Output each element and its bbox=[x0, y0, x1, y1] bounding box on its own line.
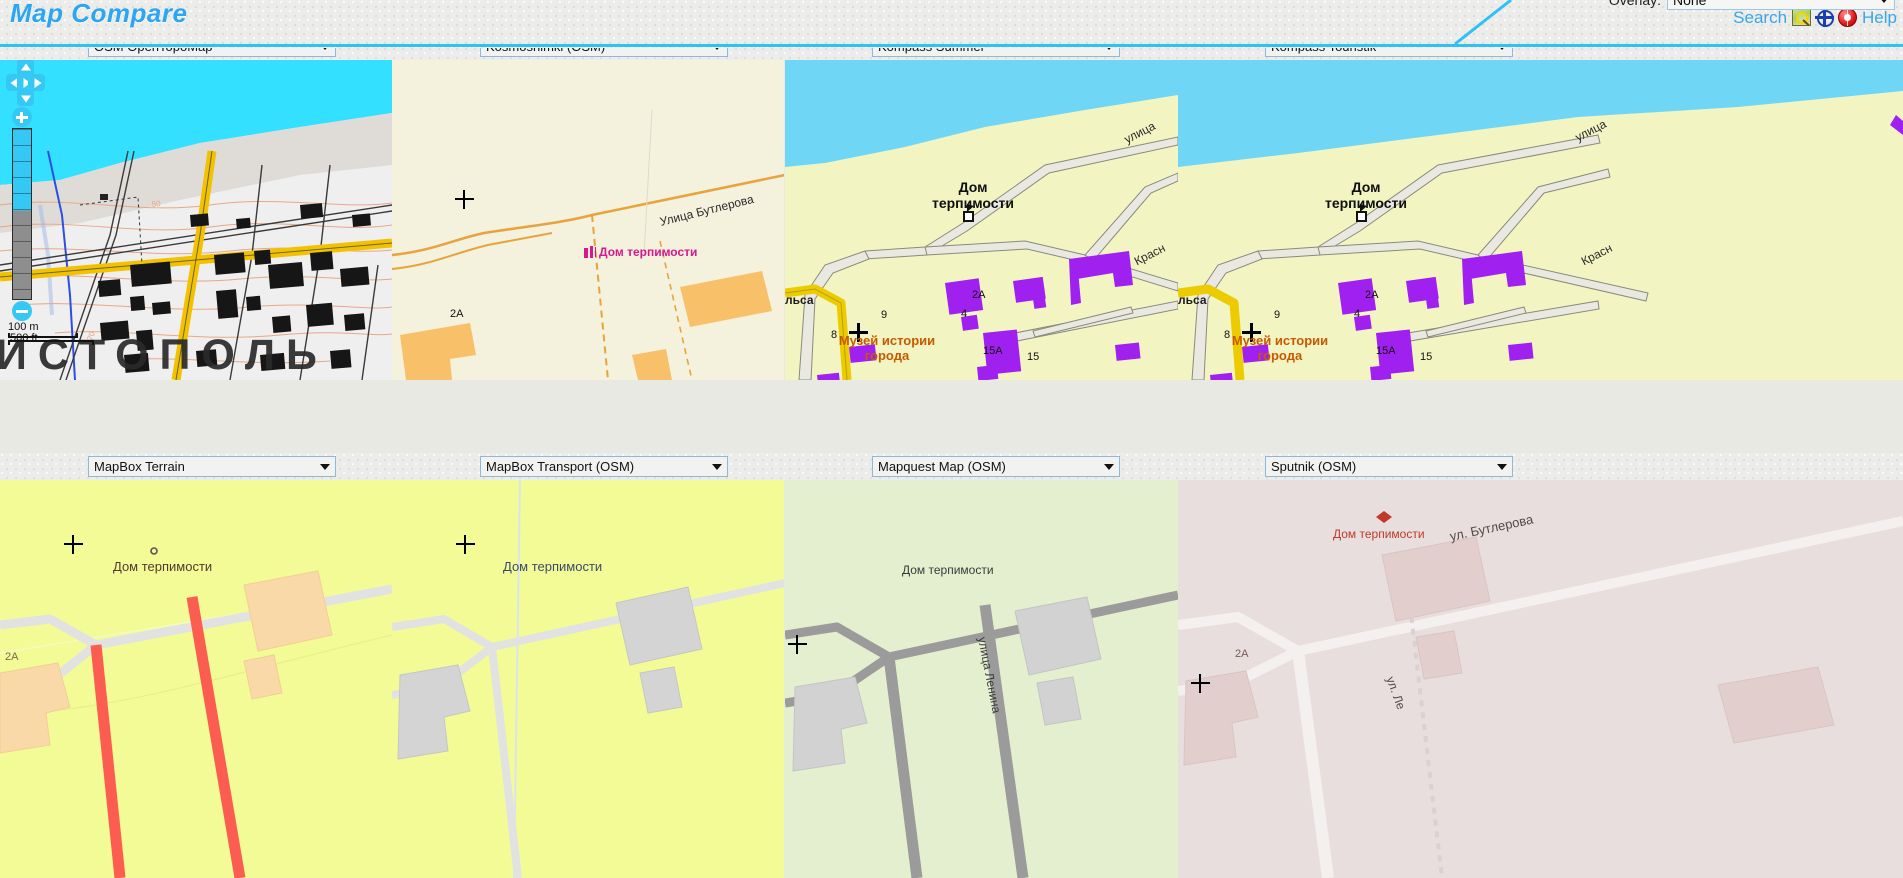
select-row-bottom: MapBox Terrain MapBox Transport (OSM) Ma… bbox=[0, 453, 1903, 480]
overlay-select-value: None bbox=[1673, 0, 1707, 8]
zoom-slider[interactable] bbox=[12, 128, 32, 300]
app-header: Map Compare Search Help Overlay: None bbox=[0, 0, 1903, 48]
map-select-7[interactable]: Sputnik (OSM) bbox=[1265, 456, 1513, 477]
house-number-4: 4 bbox=[961, 308, 968, 320]
overlay-select[interactable]: None bbox=[1667, 0, 1895, 10]
map-panel-kompass-summer[interactable]: Дом терпимости Музей истории города улиц… bbox=[785, 55, 1178, 380]
header-diagonal-accent bbox=[1453, 0, 1513, 47]
map-compare-app: Map Compare Search Help Overlay: None OS… bbox=[0, 0, 1903, 878]
map-select-6-value: Mapquest Map (OSM) bbox=[878, 459, 1006, 474]
house-marker-icon bbox=[1356, 204, 1367, 222]
museum-icon bbox=[584, 246, 596, 258]
zoom-out-button[interactable] bbox=[12, 301, 32, 321]
poi-label-dom-terpimosti: Дом терпимости bbox=[902, 563, 994, 577]
house-number-2a: 2A bbox=[1235, 648, 1249, 660]
map-panel-mapquest[interactable]: Дом терпимости улица Ленина bbox=[785, 475, 1178, 878]
house-number-9: 9 bbox=[1274, 309, 1281, 321]
svg-text:50: 50 bbox=[151, 199, 161, 209]
page-title: Map Compare bbox=[10, 0, 188, 28]
help-link[interactable]: Help bbox=[1862, 9, 1897, 26]
map-select-4-value: MapBox Terrain bbox=[94, 459, 185, 474]
map-select-5-value: MapBox Transport (OSM) bbox=[486, 459, 635, 474]
search-link[interactable]: Search bbox=[1733, 9, 1787, 26]
overlay-label: Overlay: bbox=[1608, 0, 1661, 8]
house-marker-icon bbox=[963, 204, 974, 222]
map-panel-mapbox-terrain[interactable]: Дом терпимости 2A bbox=[0, 475, 392, 878]
house-number-9: 9 bbox=[881, 309, 888, 321]
chevron-down-icon bbox=[1879, 0, 1889, 3]
center-crosshair-marker bbox=[455, 190, 474, 209]
house-number-15a: 15A bbox=[983, 345, 1003, 357]
chevron-down-icon bbox=[712, 464, 722, 470]
street-label-lsa: льса bbox=[1178, 293, 1207, 307]
house-number-2a: 2A bbox=[5, 651, 19, 663]
house-number-2a: 2A bbox=[972, 289, 986, 301]
map-select-7-value: Sputnik (OSM) bbox=[1271, 459, 1357, 474]
poi-label-dom-terpimosti: Дом терпимости bbox=[113, 559, 213, 574]
center-crosshair-marker bbox=[456, 535, 475, 554]
map-panel-mapbox-transport[interactable]: Дом терпимости bbox=[392, 475, 784, 878]
zoom-in-button[interactable] bbox=[12, 107, 32, 127]
chevron-down-icon bbox=[1497, 464, 1507, 470]
poi-label-dom-terpimosti: Дом терпимости bbox=[1333, 527, 1425, 541]
header-rule bbox=[0, 44, 1903, 47]
house-number-15a: 15A bbox=[1376, 345, 1396, 357]
pan-control[interactable] bbox=[6, 59, 46, 107]
house-number-15: 15 bbox=[1420, 351, 1433, 363]
map-select-6[interactable]: Mapquest Map (OSM) bbox=[872, 456, 1120, 477]
museum-label: Музей истории города bbox=[838, 333, 936, 363]
pan-south-button[interactable] bbox=[17, 89, 34, 106]
scale-imperial-label: 500 ft bbox=[10, 332, 38, 344]
center-crosshair-marker bbox=[64, 535, 83, 554]
house-number-2a: 2A bbox=[1365, 289, 1379, 301]
street-label-lsa: льса bbox=[785, 293, 814, 307]
overlay-control: Overlay: None bbox=[1609, 0, 1895, 10]
center-crosshair-marker bbox=[788, 635, 807, 654]
map-panel-sputnik[interactable]: Дом терпимости ул. Бутлерова ул. Ле 2A bbox=[1178, 475, 1903, 878]
house-number-2a: 2A bbox=[450, 308, 464, 320]
house-number-15: 15 bbox=[1027, 351, 1040, 363]
museum-label: Музей истории города bbox=[1231, 333, 1329, 363]
map-panel-opentopomap[interactable]: 50 70 80 bbox=[0, 55, 392, 380]
search-map-icon[interactable] bbox=[1792, 8, 1812, 26]
center-crosshair-marker bbox=[1191, 674, 1210, 693]
map-panel-kompass-touristik[interactable]: Дом терпимости Музей истории города улиц… bbox=[1178, 55, 1903, 380]
map-select-5[interactable]: MapBox Transport (OSM) bbox=[480, 456, 728, 477]
crosshair-icon[interactable] bbox=[1815, 7, 1835, 27]
house-number-4: 4 bbox=[1354, 308, 1361, 320]
poi-label-dom-terpimosti: Дом терпимости bbox=[584, 245, 697, 259]
scale-bar: 100 m 500 ft bbox=[8, 321, 94, 345]
chevron-down-icon bbox=[320, 464, 330, 470]
map-select-4[interactable]: MapBox Terrain bbox=[88, 456, 336, 477]
poi-label-dom-terpimosti: Дом терпимости bbox=[503, 559, 603, 574]
pan-zoom-control[interactable] bbox=[6, 59, 46, 321]
chevron-down-icon bbox=[1104, 464, 1114, 470]
map-panel-kosmosnimki[interactable]: Дом терпимости Улица Бутлерова 2A bbox=[392, 55, 784, 380]
lifebuoy-icon[interactable] bbox=[1838, 7, 1858, 27]
